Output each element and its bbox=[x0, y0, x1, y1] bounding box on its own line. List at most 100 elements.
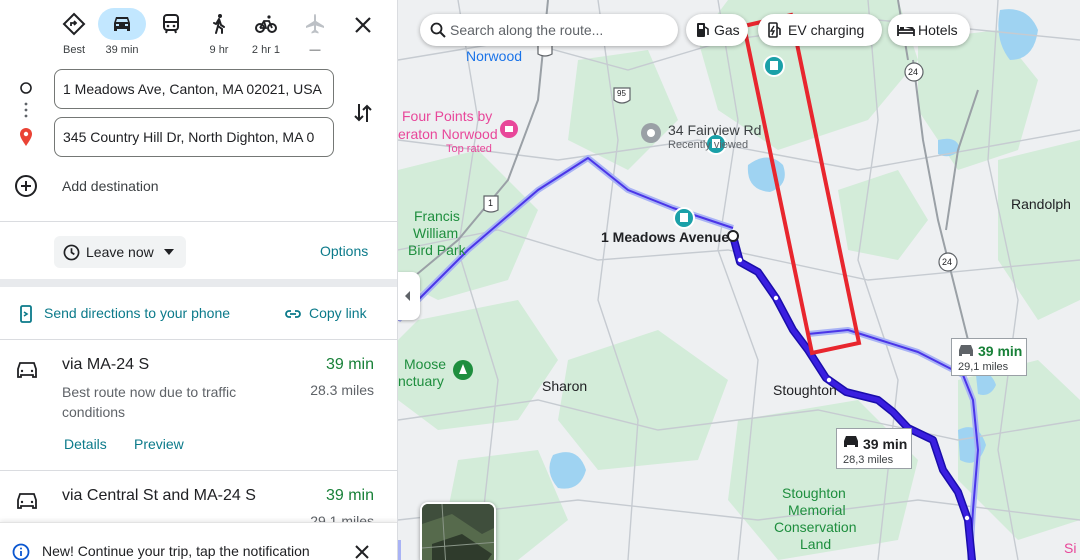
directions-panel: Best 39 min 9 hr 2 hr 1 — 1 Meadows Ave,… bbox=[0, 0, 398, 560]
options-link[interactable]: Options bbox=[320, 243, 368, 259]
map-label-park-2: William bbox=[413, 225, 459, 241]
info-icon bbox=[12, 543, 30, 560]
swap-locations-button[interactable] bbox=[350, 100, 376, 126]
travel-mode-bar: Best 39 min 9 hr 2 hr 1 — bbox=[0, 0, 397, 64]
mode-driving[interactable]: 39 min bbox=[97, 8, 147, 60]
map-label-hotel-2[interactable]: eraton Norwood bbox=[398, 126, 498, 142]
mode-transit[interactable] bbox=[146, 8, 196, 60]
notification-banner: New! Continue your trip, tap the notific… bbox=[0, 522, 397, 560]
mode-walking-label: 9 hr bbox=[209, 44, 229, 56]
chip-gas-label: Gas bbox=[714, 22, 740, 38]
best-route-callout[interactable]: 39 min 28,3 miles bbox=[836, 428, 912, 469]
diamond-directions-icon bbox=[50, 8, 98, 40]
close-directions-button[interactable] bbox=[350, 12, 376, 38]
gas-station-icon bbox=[697, 23, 709, 37]
bed-icon bbox=[897, 25, 915, 36]
add-destination-label: Add destination bbox=[62, 178, 159, 194]
map-label-conservation-4: Land bbox=[800, 536, 832, 552]
alt-route-time: 39 min bbox=[978, 343, 1023, 359]
map-label-edge: Si bbox=[1064, 540, 1077, 556]
swap-icon bbox=[354, 104, 372, 122]
map-label-start[interactable]: 1 Meadows Avenue bbox=[601, 229, 729, 245]
destination-input[interactable] bbox=[54, 117, 334, 157]
clock-icon bbox=[63, 244, 80, 261]
chip-hotels-label: Hotels bbox=[918, 22, 958, 38]
highway-1-label: 1 bbox=[488, 198, 494, 208]
chip-ev-charging-label: EV charging bbox=[788, 22, 865, 38]
satellite-preview-image bbox=[422, 504, 494, 560]
map-label-moose: Moose bbox=[404, 356, 447, 372]
highway-24-label-2: 24 bbox=[942, 257, 953, 267]
search-placeholder: Search along the route... bbox=[450, 22, 604, 38]
route-time: 39 min bbox=[325, 356, 374, 373]
chevron-left-icon bbox=[405, 291, 410, 301]
route-distance: 28.3 miles bbox=[310, 382, 374, 398]
route-dots-icon bbox=[20, 82, 32, 146]
route-option-1[interactable]: via MA-24 S Best route now due to traffi… bbox=[0, 340, 397, 470]
add-circle-icon bbox=[15, 175, 37, 197]
notification-text: New! Continue your trip, tap the notific… bbox=[42, 543, 310, 559]
leave-now-label: Leave now bbox=[86, 244, 154, 260]
send-directions-to-phone-link[interactable]: Send directions to your phone bbox=[18, 303, 258, 325]
close-icon bbox=[355, 17, 371, 33]
mode-cycling[interactable]: 2 hr 1 bbox=[241, 8, 291, 60]
map-label-fairview[interactable]: 34 Fairview Rd bbox=[668, 122, 761, 138]
copy-link-button[interactable]: Copy link bbox=[284, 303, 380, 325]
map-label-top-rated: Top rated bbox=[446, 143, 492, 155]
ev-charging-icon bbox=[768, 22, 781, 38]
search-along-route-input[interactable]: Search along the route... bbox=[420, 14, 678, 46]
send-directions-label: Send directions to your phone bbox=[44, 305, 231, 321]
route-title: via Central St and MA-24 S bbox=[62, 487, 256, 504]
caret-down-icon bbox=[164, 249, 174, 255]
mode-flight[interactable]: — bbox=[290, 8, 340, 60]
map-label-conservation-2: Memorial bbox=[788, 502, 846, 518]
route-preview-link[interactable]: Preview bbox=[134, 436, 184, 452]
mode-flight-label: — bbox=[309, 44, 321, 56]
highway-24-label: 24 bbox=[908, 67, 919, 77]
map-label-sanctuary: nctuary bbox=[398, 373, 444, 389]
alt-route-distance: 29,1 miles bbox=[958, 361, 1009, 373]
car-icon bbox=[17, 362, 37, 378]
map-label-park: Francis bbox=[414, 208, 460, 224]
mode-cycling-label: 2 hr 1 bbox=[251, 44, 281, 56]
chip-hotels[interactable]: Hotels bbox=[888, 14, 970, 46]
map-label-conservation: Stoughton bbox=[782, 485, 846, 501]
layers-toggle-thumbnail[interactable] bbox=[420, 502, 496, 560]
flight-icon bbox=[291, 8, 339, 40]
divider bbox=[0, 221, 397, 222]
collapse-panel-button[interactable] bbox=[398, 272, 420, 320]
route-description: Best route now due to traffic conditions bbox=[62, 384, 237, 420]
car-icon bbox=[98, 8, 146, 40]
alt-route-callout[interactable]: 39 min 29,1 miles bbox=[951, 338, 1027, 376]
map-label-sharon: Sharon bbox=[542, 378, 588, 394]
route-time: 39 min bbox=[325, 487, 374, 504]
map-canvas[interactable]: Norwood Four Points by eraton Norwood To… bbox=[398, 0, 1080, 560]
map-label-hotel[interactable]: Four Points by bbox=[402, 108, 492, 124]
origin-input[interactable] bbox=[54, 69, 334, 109]
mode-walking[interactable]: 9 hr bbox=[194, 8, 244, 60]
map-label-recently-viewed: Recently viewed bbox=[668, 139, 749, 151]
link-icon bbox=[285, 310, 301, 318]
leave-now-dropdown[interactable]: Leave now bbox=[54, 236, 186, 268]
bicycle-icon bbox=[242, 8, 290, 40]
mode-best[interactable]: Best bbox=[49, 8, 99, 60]
copy-link-label: Copy link bbox=[309, 305, 367, 321]
map-label-stoughton: Stoughton bbox=[773, 382, 837, 398]
section-separator bbox=[0, 279, 397, 287]
chip-gas[interactable]: Gas bbox=[686, 14, 748, 46]
walking-icon bbox=[195, 8, 243, 40]
best-route-distance: 28,3 miles bbox=[843, 454, 894, 466]
mode-best-label: Best bbox=[62, 44, 85, 56]
car-icon bbox=[844, 436, 858, 447]
map-label-randolph: Randolph bbox=[1011, 196, 1071, 212]
highway-95-label: 95 bbox=[617, 89, 626, 98]
map-base bbox=[398, 0, 1080, 560]
transit-icon bbox=[147, 8, 195, 40]
car-icon bbox=[17, 493, 37, 509]
best-route-time: 39 min bbox=[863, 436, 908, 452]
chip-ev-charging[interactable]: EV charging bbox=[758, 14, 882, 46]
close-notification-icon[interactable] bbox=[352, 542, 372, 560]
route-details-link[interactable]: Details bbox=[64, 436, 107, 452]
add-destination-button[interactable]: Add destination bbox=[14, 172, 314, 200]
car-icon bbox=[959, 345, 973, 356]
